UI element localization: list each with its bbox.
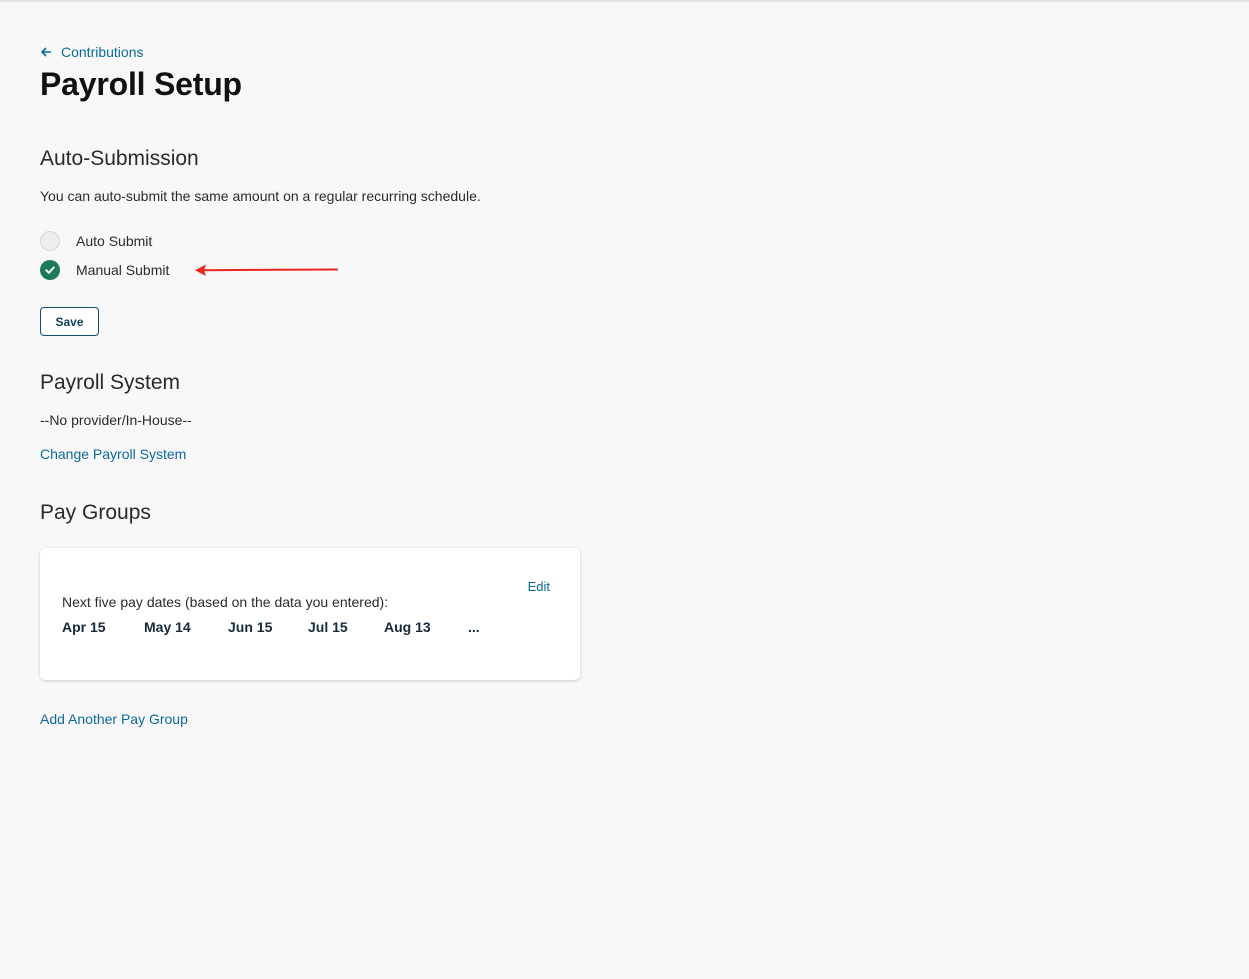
back-link-label: Contributions xyxy=(61,44,144,60)
annotation-arrow-icon xyxy=(195,264,338,276)
change-payroll-system-link[interactable]: Change Payroll System xyxy=(40,446,186,462)
pay-date: May 14 xyxy=(144,619,191,635)
pay-date: Aug 13 xyxy=(384,619,431,635)
auto-submission-heading: Auto-Submission xyxy=(40,147,199,170)
top-edge-shadow xyxy=(0,0,1249,3)
add-another-pay-group-link[interactable]: Add Another Pay Group xyxy=(40,711,188,727)
back-to-contributions-link[interactable]: Contributions xyxy=(40,44,144,60)
checkmark-icon xyxy=(45,266,55,274)
payroll-system-heading: Payroll System xyxy=(40,371,181,394)
page-title: Payroll Setup xyxy=(40,66,242,102)
pay-date: Jun 15 xyxy=(228,619,273,635)
auto-submission-description: You can auto-submit the same amount on a… xyxy=(40,188,481,204)
arrow-left-icon xyxy=(40,46,52,58)
pay-date: Jul 15 xyxy=(308,619,348,635)
pay-dates-list: Apr 15 May 14 Jun 15 Jul 15 Aug 13 ... xyxy=(62,619,542,639)
manual-submit-label: Manual Submit xyxy=(76,262,170,278)
manual-submit-option[interactable]: Manual Submit xyxy=(40,260,169,280)
edit-pay-group-link[interactable]: Edit xyxy=(528,579,550,594)
pay-group-card: Edit Next five pay dates (based on the d… xyxy=(40,548,580,680)
auto-submit-label: Auto Submit xyxy=(76,233,153,249)
radio-checked-icon[interactable] xyxy=(40,260,60,280)
payroll-provider-value: --No provider/In-House-- xyxy=(40,412,192,428)
next-pay-dates-label: Next five pay dates (based on the data y… xyxy=(62,594,389,610)
auto-submit-option[interactable]: Auto Submit xyxy=(40,231,152,251)
pay-date: Apr 15 xyxy=(62,619,106,635)
radio-unchecked-icon[interactable] xyxy=(40,231,60,251)
pay-groups-heading: Pay Groups xyxy=(40,501,151,524)
save-button[interactable]: Save xyxy=(40,307,99,336)
more-pay-dates-ellipsis: ... xyxy=(468,619,480,635)
